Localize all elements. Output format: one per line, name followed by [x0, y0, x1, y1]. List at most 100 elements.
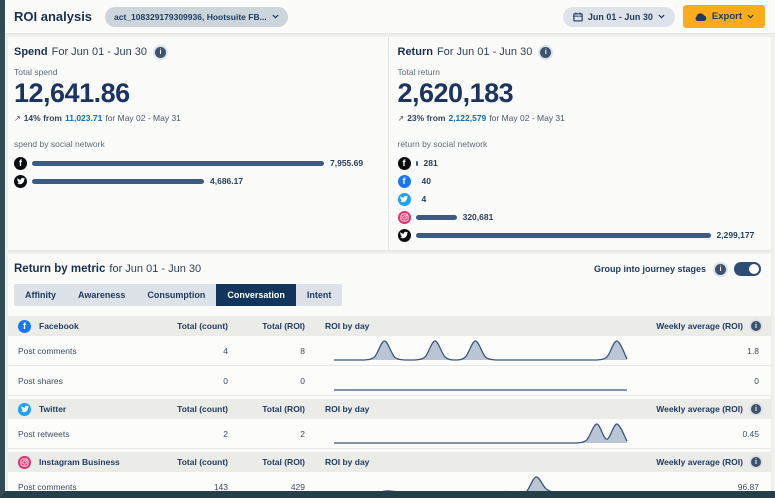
return-by-metric-title: Return by metric	[14, 263, 105, 275]
network-bar	[416, 161, 418, 166]
tab-consumption[interactable]: Consumption	[136, 284, 216, 306]
spend-change-line: ↗ 14% from 11,023.71 for May 02 - May 31	[14, 113, 378, 123]
roi-by-day-cell	[305, 368, 640, 394]
return-previous-value-link[interactable]: 2,122,579	[448, 113, 486, 123]
metric-row: Post comments14342996.87	[8, 472, 771, 491]
column-header-weekly-average: Weekly average (ROI)	[640, 404, 771, 414]
export-button[interactable]: Export	[683, 5, 765, 28]
return-card-title: Return	[398, 46, 433, 58]
info-icon[interactable]	[155, 47, 166, 58]
ad-account-dropdown[interactable]: act_108329179309936, Hootsuite FB...	[105, 7, 288, 27]
network-bar-row: f40	[398, 174, 762, 188]
network-bar-value: 2,299,177	[717, 230, 755, 240]
network-name: Facebook	[39, 321, 79, 331]
metric-weekly-average: 1.8	[640, 346, 771, 356]
spend-card: Spend For Jun 01 - Jun 30 Total spend 12…	[8, 37, 388, 250]
twitter-icon	[18, 403, 31, 416]
total-spend-label: Total spend	[14, 67, 378, 77]
metric-name-text: Post retweets	[18, 429, 70, 439]
metric-weekly-average-text: 0	[754, 376, 759, 386]
group-network: f Facebook	[8, 320, 153, 333]
network-bar	[32, 161, 324, 166]
info-icon[interactable]	[715, 264, 726, 275]
column-header-roi-by-day: ROI by day	[305, 457, 640, 467]
column-header-total-count: Total (count)	[153, 457, 228, 467]
roi-by-day-sparkline	[333, 338, 628, 364]
metric-total-count: 2	[153, 429, 228, 439]
metric-group-instagram: Instagram BusinessTotal (count)Total (RO…	[8, 452, 771, 491]
column-header-total-roi: Total (ROI)	[228, 457, 305, 467]
return-breakdown-label: return by social network	[398, 139, 762, 149]
network-bar-row: 2,299,177	[398, 228, 762, 242]
instagram-icon	[398, 211, 411, 224]
total-spend-value: 12,641.86	[14, 78, 378, 109]
app-window: ROI analysis act_108329179309936, Hootsu…	[0, 0, 775, 498]
column-header-total-count-text: Total (count)	[177, 321, 228, 331]
network-bar-row: f281	[398, 156, 762, 170]
spend-previous-value-link[interactable]: 11,023.71	[65, 113, 102, 123]
metric-total-roi: 2	[228, 429, 305, 439]
group-header-row: Instagram BusinessTotal (count)Total (RO…	[8, 452, 771, 472]
tab-conversation[interactable]: Conversation	[216, 284, 296, 306]
metric-total-roi-text: 429	[291, 482, 305, 492]
twitter-dark-icon	[398, 229, 411, 242]
metric-name: Post comments	[8, 482, 153, 492]
info-icon[interactable]	[540, 47, 551, 58]
metric-name-text: Post comments	[18, 482, 77, 492]
chevron-down-icon	[272, 14, 279, 19]
tab-awareness[interactable]: Awareness	[67, 284, 136, 306]
network-bar-value: 4,686.17	[210, 176, 243, 186]
summary-cards: Spend For Jun 01 - Jun 30 Total spend 12…	[8, 37, 771, 250]
info-icon[interactable]	[751, 457, 761, 467]
cloud-export-icon	[694, 12, 707, 21]
network-bar-value: 7,955.69	[330, 158, 363, 168]
trend-up-icon: ↗	[14, 114, 21, 123]
spend-change-pct: 14% from	[24, 113, 62, 123]
info-icon[interactable]	[751, 404, 761, 414]
return-by-metric-period: for Jun 01 - Jun 30	[109, 263, 201, 275]
tab-intent[interactable]: Intent	[296, 284, 343, 306]
network-bar	[416, 215, 457, 220]
tab-affinity[interactable]: Affinity	[14, 284, 67, 306]
column-header-weekly-average-text: Weekly average (ROI)	[656, 321, 743, 331]
metric-weekly-average: 0.45	[640, 429, 771, 439]
metric-group-facebook: fFacebookTotal (count)Total (ROI)ROI by …	[8, 316, 771, 396]
instagram-icon	[18, 456, 31, 469]
metric-weekly-average-text: 0.45	[742, 429, 759, 439]
journey-stages-toggle[interactable]	[734, 262, 761, 276]
metric-weekly-average: 0	[640, 376, 771, 386]
return-by-network-bars: f281f404320,6812,299,177	[398, 156, 762, 242]
metric-total-roi: 0	[228, 376, 305, 386]
network-bar-row: 4,686.17	[14, 174, 378, 188]
metric-name-text: Post comments	[18, 346, 77, 356]
return-by-metric-section: Return by metric for Jun 01 - Jun 30 Gro…	[8, 254, 771, 491]
page-title: ROI analysis	[14, 9, 92, 24]
column-header-roi-by-day-text: ROI by day	[325, 457, 369, 467]
date-range-picker[interactable]: Jun 01 - Jun 30	[563, 7, 675, 27]
network-bar-row: f7,955.69	[14, 156, 378, 170]
facebook-icon: f	[398, 175, 411, 188]
roi-by-day-sparkline	[333, 474, 628, 492]
date-range-label: Jun 01 - Jun 30	[588, 12, 653, 22]
column-header-roi-by-day: ROI by day	[305, 404, 640, 414]
network-bar-value: 281	[424, 158, 438, 168]
network-bar-value: 320,681	[463, 212, 494, 222]
roi-by-day-sparkline	[333, 368, 628, 394]
export-label: Export	[712, 11, 742, 22]
metric-total-roi: 8	[228, 346, 305, 356]
metric-name: Post comments	[8, 346, 153, 356]
metric-weekly-average-text: 96.87	[738, 482, 759, 492]
column-header-weekly-average: Weekly average (ROI)	[640, 321, 771, 331]
metric-name-text: Post shares	[18, 376, 63, 386]
info-icon[interactable]	[751, 321, 761, 331]
column-header-weekly-average-text: Weekly average (ROI)	[656, 457, 743, 467]
group-network: Twitter	[8, 403, 153, 416]
spend-card-period: For Jun 01 - Jun 30	[52, 46, 147, 58]
toggle-knob	[749, 264, 759, 274]
facebook-icon: f	[18, 320, 31, 333]
network-name: Twitter	[39, 404, 66, 414]
metric-name: Post retweets	[8, 429, 153, 439]
top-bar: ROI analysis act_108329179309936, Hootsu…	[5, 0, 775, 33]
column-header-total-roi-text: Total (ROI)	[262, 321, 305, 331]
return-card-period: For Jun 01 - Jun 30	[437, 46, 532, 58]
